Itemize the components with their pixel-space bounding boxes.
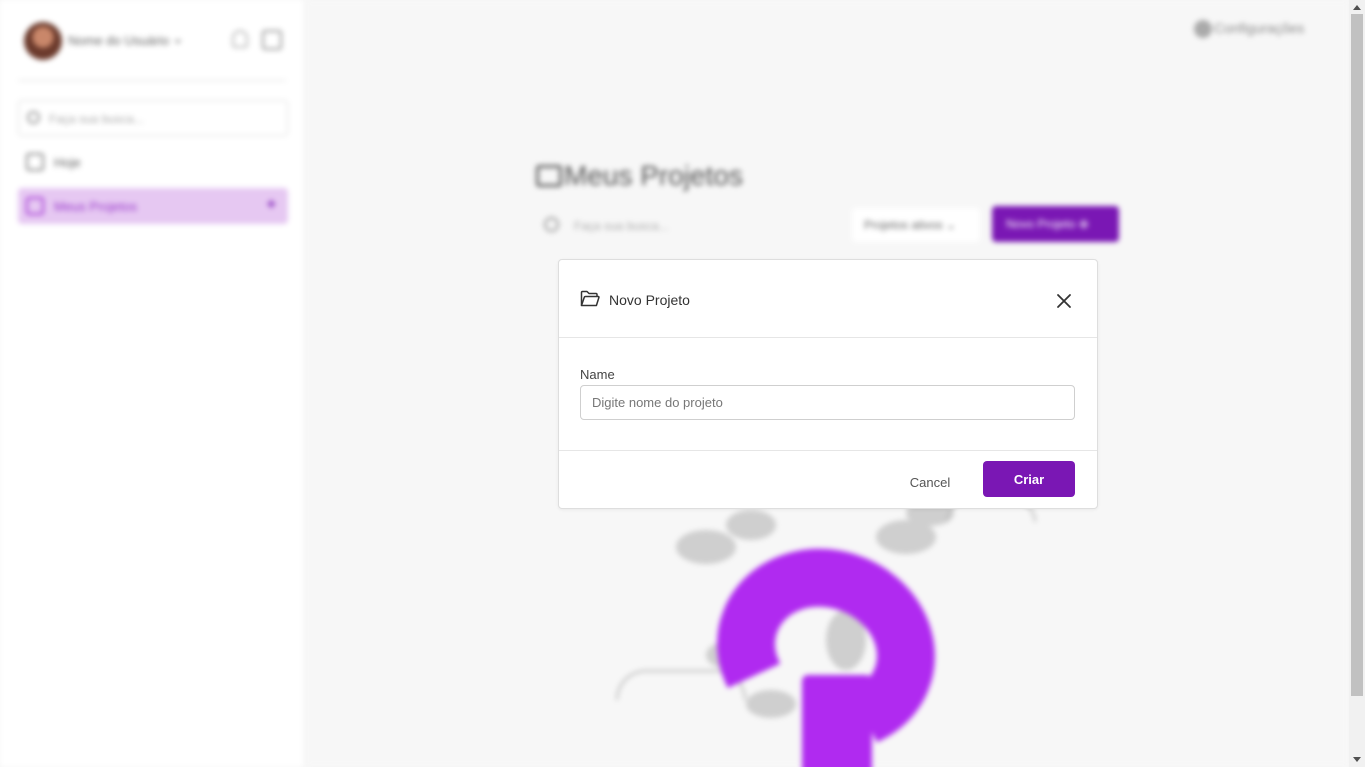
sidebar-divider bbox=[18, 80, 286, 81]
filter-label: Projetos ativos bbox=[864, 218, 943, 232]
scrollbar-thumb[interactable] bbox=[1351, 14, 1363, 696]
cancel-button[interactable]: Cancel bbox=[899, 471, 961, 495]
create-button[interactable]: Criar bbox=[983, 461, 1075, 497]
project-filter-dropdown[interactable]: Projetos ativos ⌄ bbox=[852, 208, 980, 242]
avatar[interactable] bbox=[24, 22, 62, 60]
settings-label: Configurações bbox=[1214, 20, 1305, 36]
sidebar-item-meus-projetos[interactable]: Meus Projetos + bbox=[18, 188, 288, 224]
page-title-text: Meus Projetos bbox=[564, 160, 743, 191]
settings-link[interactable]: Configurações bbox=[1194, 20, 1305, 39]
question-mark-stem bbox=[802, 675, 872, 767]
sidebar: Nome do Usuário ⌄ Faça sua busca... Hoje… bbox=[0, 0, 305, 767]
gear-icon bbox=[1194, 20, 1212, 39]
add-project-icon[interactable]: + bbox=[267, 196, 276, 214]
scroll-up-icon[interactable] bbox=[1353, 5, 1361, 10]
new-project-label: Novo Projeto bbox=[1006, 217, 1076, 231]
calendar-icon bbox=[26, 153, 44, 171]
modal-title: Novo Projeto bbox=[609, 292, 690, 308]
sidebar-item-hoje[interactable]: Hoje bbox=[18, 144, 288, 180]
sidebar-item-label: Hoje bbox=[54, 155, 81, 170]
project-name-input[interactable] bbox=[580, 385, 1075, 420]
main-search-placeholder: Faça sua busca... bbox=[574, 219, 669, 233]
search-icon bbox=[544, 217, 559, 232]
sidebar-search[interactable]: Faça sua busca... bbox=[18, 100, 288, 136]
page-title: Meus Projetos bbox=[536, 160, 743, 192]
folder-open-icon bbox=[580, 290, 600, 307]
modal-body: Name bbox=[559, 339, 1097, 451]
sidebar-item-label: Meus Projetos bbox=[54, 199, 138, 214]
new-project-button[interactable]: Novo Projeto ⊕ bbox=[992, 206, 1119, 242]
project-name-label: Name bbox=[580, 367, 615, 382]
sidebar-toggle-icon[interactable] bbox=[262, 30, 282, 50]
search-icon bbox=[27, 111, 40, 124]
modal-header: Novo Projeto bbox=[559, 260, 1097, 338]
user-name[interactable]: Nome do Usuário bbox=[68, 33, 169, 48]
sidebar-search-placeholder: Faça sua busca... bbox=[49, 112, 144, 126]
sidebar-header: Nome do Usuário ⌄ bbox=[24, 22, 286, 62]
scroll-down-icon[interactable] bbox=[1353, 757, 1361, 762]
folder-icon bbox=[536, 165, 562, 187]
folder-icon bbox=[26, 197, 44, 215]
close-icon[interactable] bbox=[1053, 290, 1075, 312]
chevron-down-icon[interactable]: ⌄ bbox=[172, 30, 184, 47]
empty-state-illustration bbox=[606, 490, 1046, 767]
bell-icon[interactable] bbox=[232, 30, 248, 48]
page-scrollbar[interactable] bbox=[1349, 0, 1365, 767]
new-project-modal: Novo Projeto Name Cancel Criar bbox=[558, 259, 1098, 509]
main-search[interactable]: Faça sua busca... bbox=[536, 208, 836, 242]
